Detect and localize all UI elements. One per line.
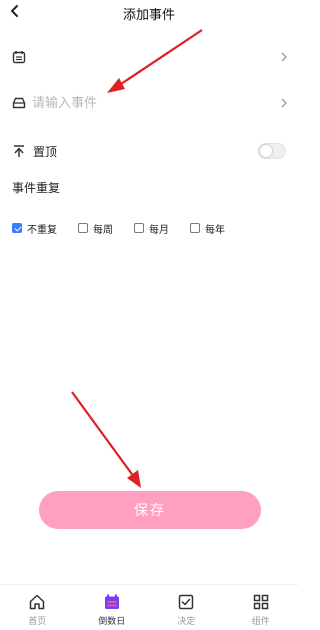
tab-label: 组件 [251, 617, 270, 627]
calendar-icon [12, 51, 26, 64]
pin-toggle[interactable] [258, 143, 286, 159]
repeat-section-title: 事件重复 [12, 181, 61, 195]
toggle-knob [260, 145, 272, 157]
annotation-arrow-to-save [71, 391, 141, 488]
calendar-icon [104, 594, 119, 609]
save-button[interactable]: 保存 [39, 491, 261, 529]
repeat-option-monthly[interactable]: 每月 [134, 221, 169, 236]
event-row[interactable] [0, 88, 298, 118]
bottom-tab-bar: 首页 倒数日 决定 组件 [0, 584, 298, 630]
repeat-option-weekly[interactable]: 每周 [78, 221, 113, 236]
repeat-option-yearly[interactable]: 每年 [190, 221, 225, 236]
chevron-right-icon [281, 98, 287, 108]
repeat-option-label: 每月 [149, 224, 169, 236]
header-bar: 添加事件 [0, 0, 298, 26]
pin-label: 置顶 [33, 145, 58, 159]
page-title: 添加事件 [122, 8, 175, 23]
repeat-options: 不重复 每周 每月 每年 [12, 220, 246, 236]
repeat-option-label: 每周 [93, 224, 113, 236]
tab-home[interactable]: 首页 [0, 585, 75, 630]
checkbox-icon[interactable] [190, 223, 200, 233]
tab-widgets[interactable]: 组件 [224, 585, 299, 630]
pin-row: 置顶 [0, 136, 298, 166]
repeat-option-none[interactable]: 不重复 [12, 221, 57, 236]
checkbox-icon [179, 594, 194, 610]
tab-label: 倒数日 [98, 617, 126, 627]
checkbox-icon[interactable] [134, 223, 144, 233]
chevron-right-icon [281, 52, 287, 62]
repeat-option-label: 每年 [205, 224, 225, 236]
pin-top-icon [14, 145, 24, 157]
tab-label: 决定 [177, 617, 196, 627]
tab-countdown[interactable]: 倒数日 [75, 585, 150, 630]
home-icon [30, 594, 45, 610]
grid-icon [253, 594, 268, 610]
tab-decide[interactable]: 决定 [149, 585, 224, 630]
inbox-icon [12, 97, 26, 109]
date-row[interactable] [0, 42, 298, 72]
event-name-input[interactable] [32, 93, 252, 113]
tab-label: 首页 [28, 617, 47, 627]
checkbox-icon[interactable] [78, 223, 88, 233]
checkbox-checked-icon[interactable] [12, 223, 22, 233]
repeat-option-label: 不重复 [27, 224, 57, 236]
